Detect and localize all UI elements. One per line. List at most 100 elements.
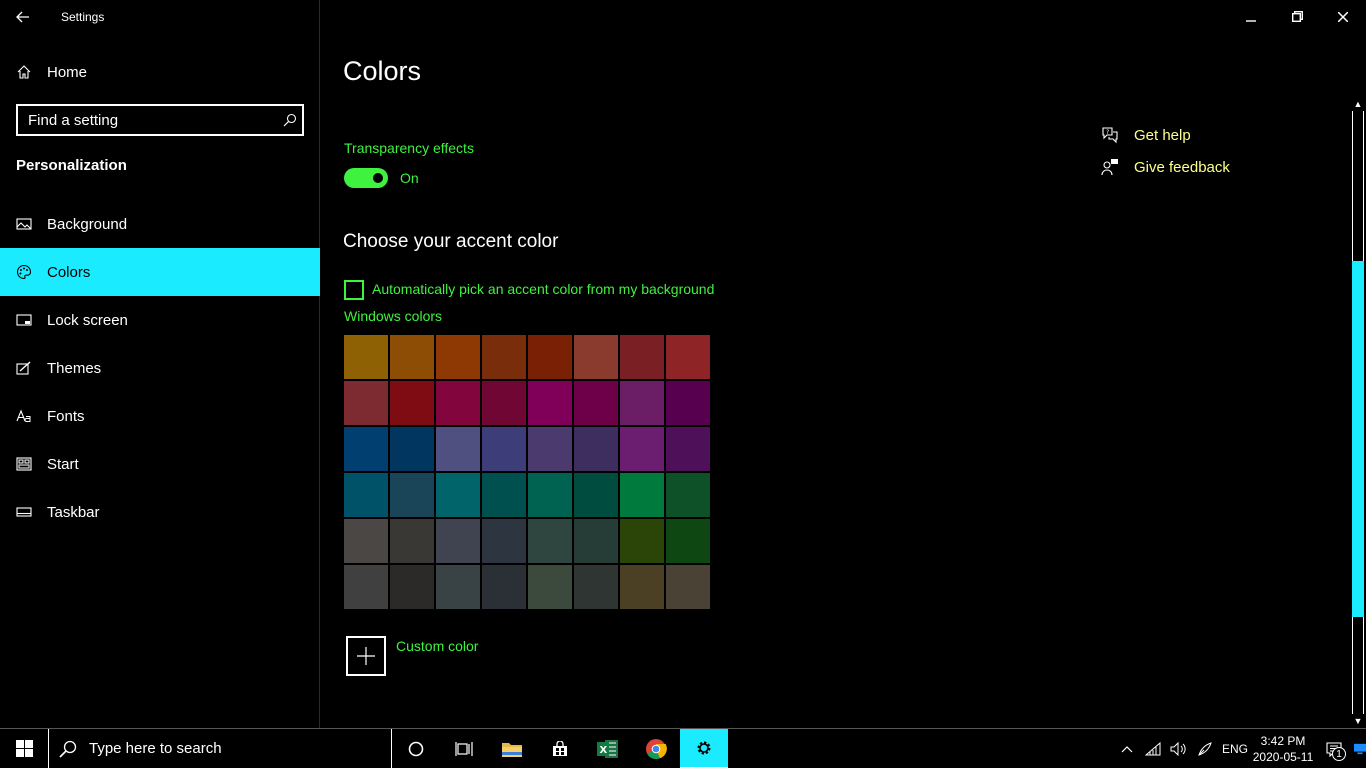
auto-pick-checkbox[interactable] bbox=[344, 280, 364, 300]
sidebar-item-fonts[interactable]: Fonts bbox=[0, 392, 320, 440]
image-icon bbox=[0, 216, 47, 232]
minimize-button[interactable] bbox=[1228, 0, 1274, 33]
transparency-toggle[interactable] bbox=[344, 168, 388, 188]
lock-screen-icon bbox=[0, 312, 47, 328]
color-swatch[interactable] bbox=[389, 334, 435, 380]
scroll-down-icon[interactable]: ▼ bbox=[1350, 714, 1366, 728]
color-swatch[interactable] bbox=[527, 472, 573, 518]
show-hidden-icons-button[interactable] bbox=[1114, 729, 1140, 768]
feedback-icon bbox=[1100, 157, 1120, 177]
color-swatch[interactable] bbox=[389, 472, 435, 518]
color-swatch[interactable] bbox=[665, 472, 711, 518]
color-swatch[interactable] bbox=[343, 518, 389, 564]
auto-pick-label[interactable]: Automatically pick an accent color from … bbox=[372, 281, 714, 297]
color-swatch[interactable] bbox=[481, 564, 527, 610]
chrome-button[interactable] bbox=[632, 729, 680, 768]
vertical-scrollbar[interactable]: ▲ ▼ bbox=[1350, 97, 1366, 728]
search-icon[interactable] bbox=[278, 106, 302, 134]
sidebar-item-colors[interactable]: Colors bbox=[0, 248, 320, 296]
plus-icon bbox=[357, 647, 375, 665]
show-desktop-button[interactable] bbox=[1354, 729, 1366, 768]
volume-button[interactable] bbox=[1166, 729, 1192, 768]
store-button[interactable] bbox=[536, 729, 584, 768]
color-swatch[interactable] bbox=[435, 334, 481, 380]
color-swatch[interactable] bbox=[573, 334, 619, 380]
color-swatch-grid bbox=[343, 334, 711, 610]
taskbar-search-box[interactable]: Type here to search bbox=[48, 728, 392, 768]
color-swatch[interactable] bbox=[481, 472, 527, 518]
color-swatch[interactable] bbox=[665, 334, 711, 380]
pen-button[interactable] bbox=[1192, 729, 1218, 768]
color-swatch[interactable] bbox=[573, 426, 619, 472]
color-swatch[interactable] bbox=[389, 564, 435, 610]
gear-icon bbox=[697, 741, 711, 754]
accent-color-heading: Choose your accent color bbox=[343, 231, 559, 252]
color-swatch[interactable] bbox=[527, 334, 573, 380]
color-swatch[interactable] bbox=[665, 518, 711, 564]
network-button[interactable] bbox=[1140, 729, 1166, 768]
restore-button[interactable] bbox=[1274, 0, 1320, 33]
color-swatch[interactable] bbox=[619, 380, 665, 426]
color-swatch[interactable] bbox=[435, 518, 481, 564]
back-button[interactable] bbox=[0, 0, 46, 33]
color-swatch[interactable] bbox=[343, 426, 389, 472]
color-swatch[interactable] bbox=[389, 518, 435, 564]
find-setting-input[interactable]: Find a setting bbox=[16, 104, 304, 136]
color-swatch[interactable] bbox=[665, 380, 711, 426]
sidebar-item-taskbar[interactable]: Taskbar bbox=[0, 488, 320, 536]
color-swatch[interactable] bbox=[435, 472, 481, 518]
clock[interactable]: 3:42 PM 2020-05-11 bbox=[1252, 733, 1314, 765]
custom-color-label[interactable]: Custom color bbox=[396, 638, 478, 654]
color-swatch[interactable] bbox=[573, 564, 619, 610]
sidebar-item-home[interactable]: Home bbox=[0, 50, 320, 94]
color-swatch[interactable] bbox=[573, 472, 619, 518]
color-swatch[interactable] bbox=[573, 380, 619, 426]
color-swatch[interactable] bbox=[389, 426, 435, 472]
language-indicator[interactable]: ENG bbox=[1218, 742, 1252, 756]
page-title: Colors bbox=[343, 56, 422, 86]
action-center-button[interactable]: 1 bbox=[1314, 729, 1354, 768]
color-swatch[interactable] bbox=[619, 334, 665, 380]
color-swatch[interactable] bbox=[527, 564, 573, 610]
color-swatch[interactable] bbox=[435, 426, 481, 472]
color-swatch[interactable] bbox=[343, 564, 389, 610]
give-feedback-link[interactable]: Give feedback bbox=[1100, 157, 1230, 177]
color-swatch[interactable] bbox=[665, 564, 711, 610]
color-swatch[interactable] bbox=[619, 472, 665, 518]
sidebar-item-themes[interactable]: Themes bbox=[0, 344, 320, 392]
color-swatch[interactable] bbox=[343, 334, 389, 380]
color-swatch[interactable] bbox=[481, 518, 527, 564]
color-swatch[interactable] bbox=[481, 426, 527, 472]
color-swatch[interactable] bbox=[527, 518, 573, 564]
get-help-link[interactable]: ? Get help bbox=[1100, 125, 1191, 145]
color-swatch[interactable] bbox=[435, 380, 481, 426]
cortana-button[interactable] bbox=[392, 729, 440, 768]
color-swatch[interactable] bbox=[527, 380, 573, 426]
color-swatch[interactable] bbox=[573, 518, 619, 564]
color-swatch[interactable] bbox=[619, 518, 665, 564]
task-view-icon bbox=[455, 741, 473, 756]
scroll-thumb[interactable] bbox=[1352, 261, 1364, 617]
color-swatch[interactable] bbox=[527, 426, 573, 472]
sidebar-item-start[interactable]: Start bbox=[0, 440, 320, 488]
sidebar-item-lock-screen[interactable]: Lock screen bbox=[0, 296, 320, 344]
custom-color-button[interactable] bbox=[346, 636, 386, 676]
color-swatch[interactable] bbox=[619, 564, 665, 610]
file-explorer-button[interactable] bbox=[488, 729, 536, 768]
color-swatch[interactable] bbox=[435, 564, 481, 610]
color-swatch[interactable] bbox=[481, 380, 527, 426]
color-swatch[interactable] bbox=[665, 426, 711, 472]
color-swatch[interactable] bbox=[343, 472, 389, 518]
settings-taskbar-button[interactable] bbox=[680, 728, 728, 768]
sidebar-item-background[interactable]: Background bbox=[0, 200, 320, 248]
close-button[interactable] bbox=[1320, 0, 1366, 33]
task-view-button[interactable] bbox=[440, 729, 488, 768]
color-swatch[interactable] bbox=[389, 380, 435, 426]
excel-button[interactable]: X bbox=[584, 729, 632, 768]
sidebar-item-label: Fonts bbox=[47, 407, 85, 425]
color-swatch[interactable] bbox=[481, 334, 527, 380]
scroll-up-icon[interactable]: ▲ bbox=[1350, 97, 1366, 111]
color-swatch[interactable] bbox=[619, 426, 665, 472]
color-swatch[interactable] bbox=[343, 380, 389, 426]
start-button[interactable] bbox=[0, 729, 48, 768]
